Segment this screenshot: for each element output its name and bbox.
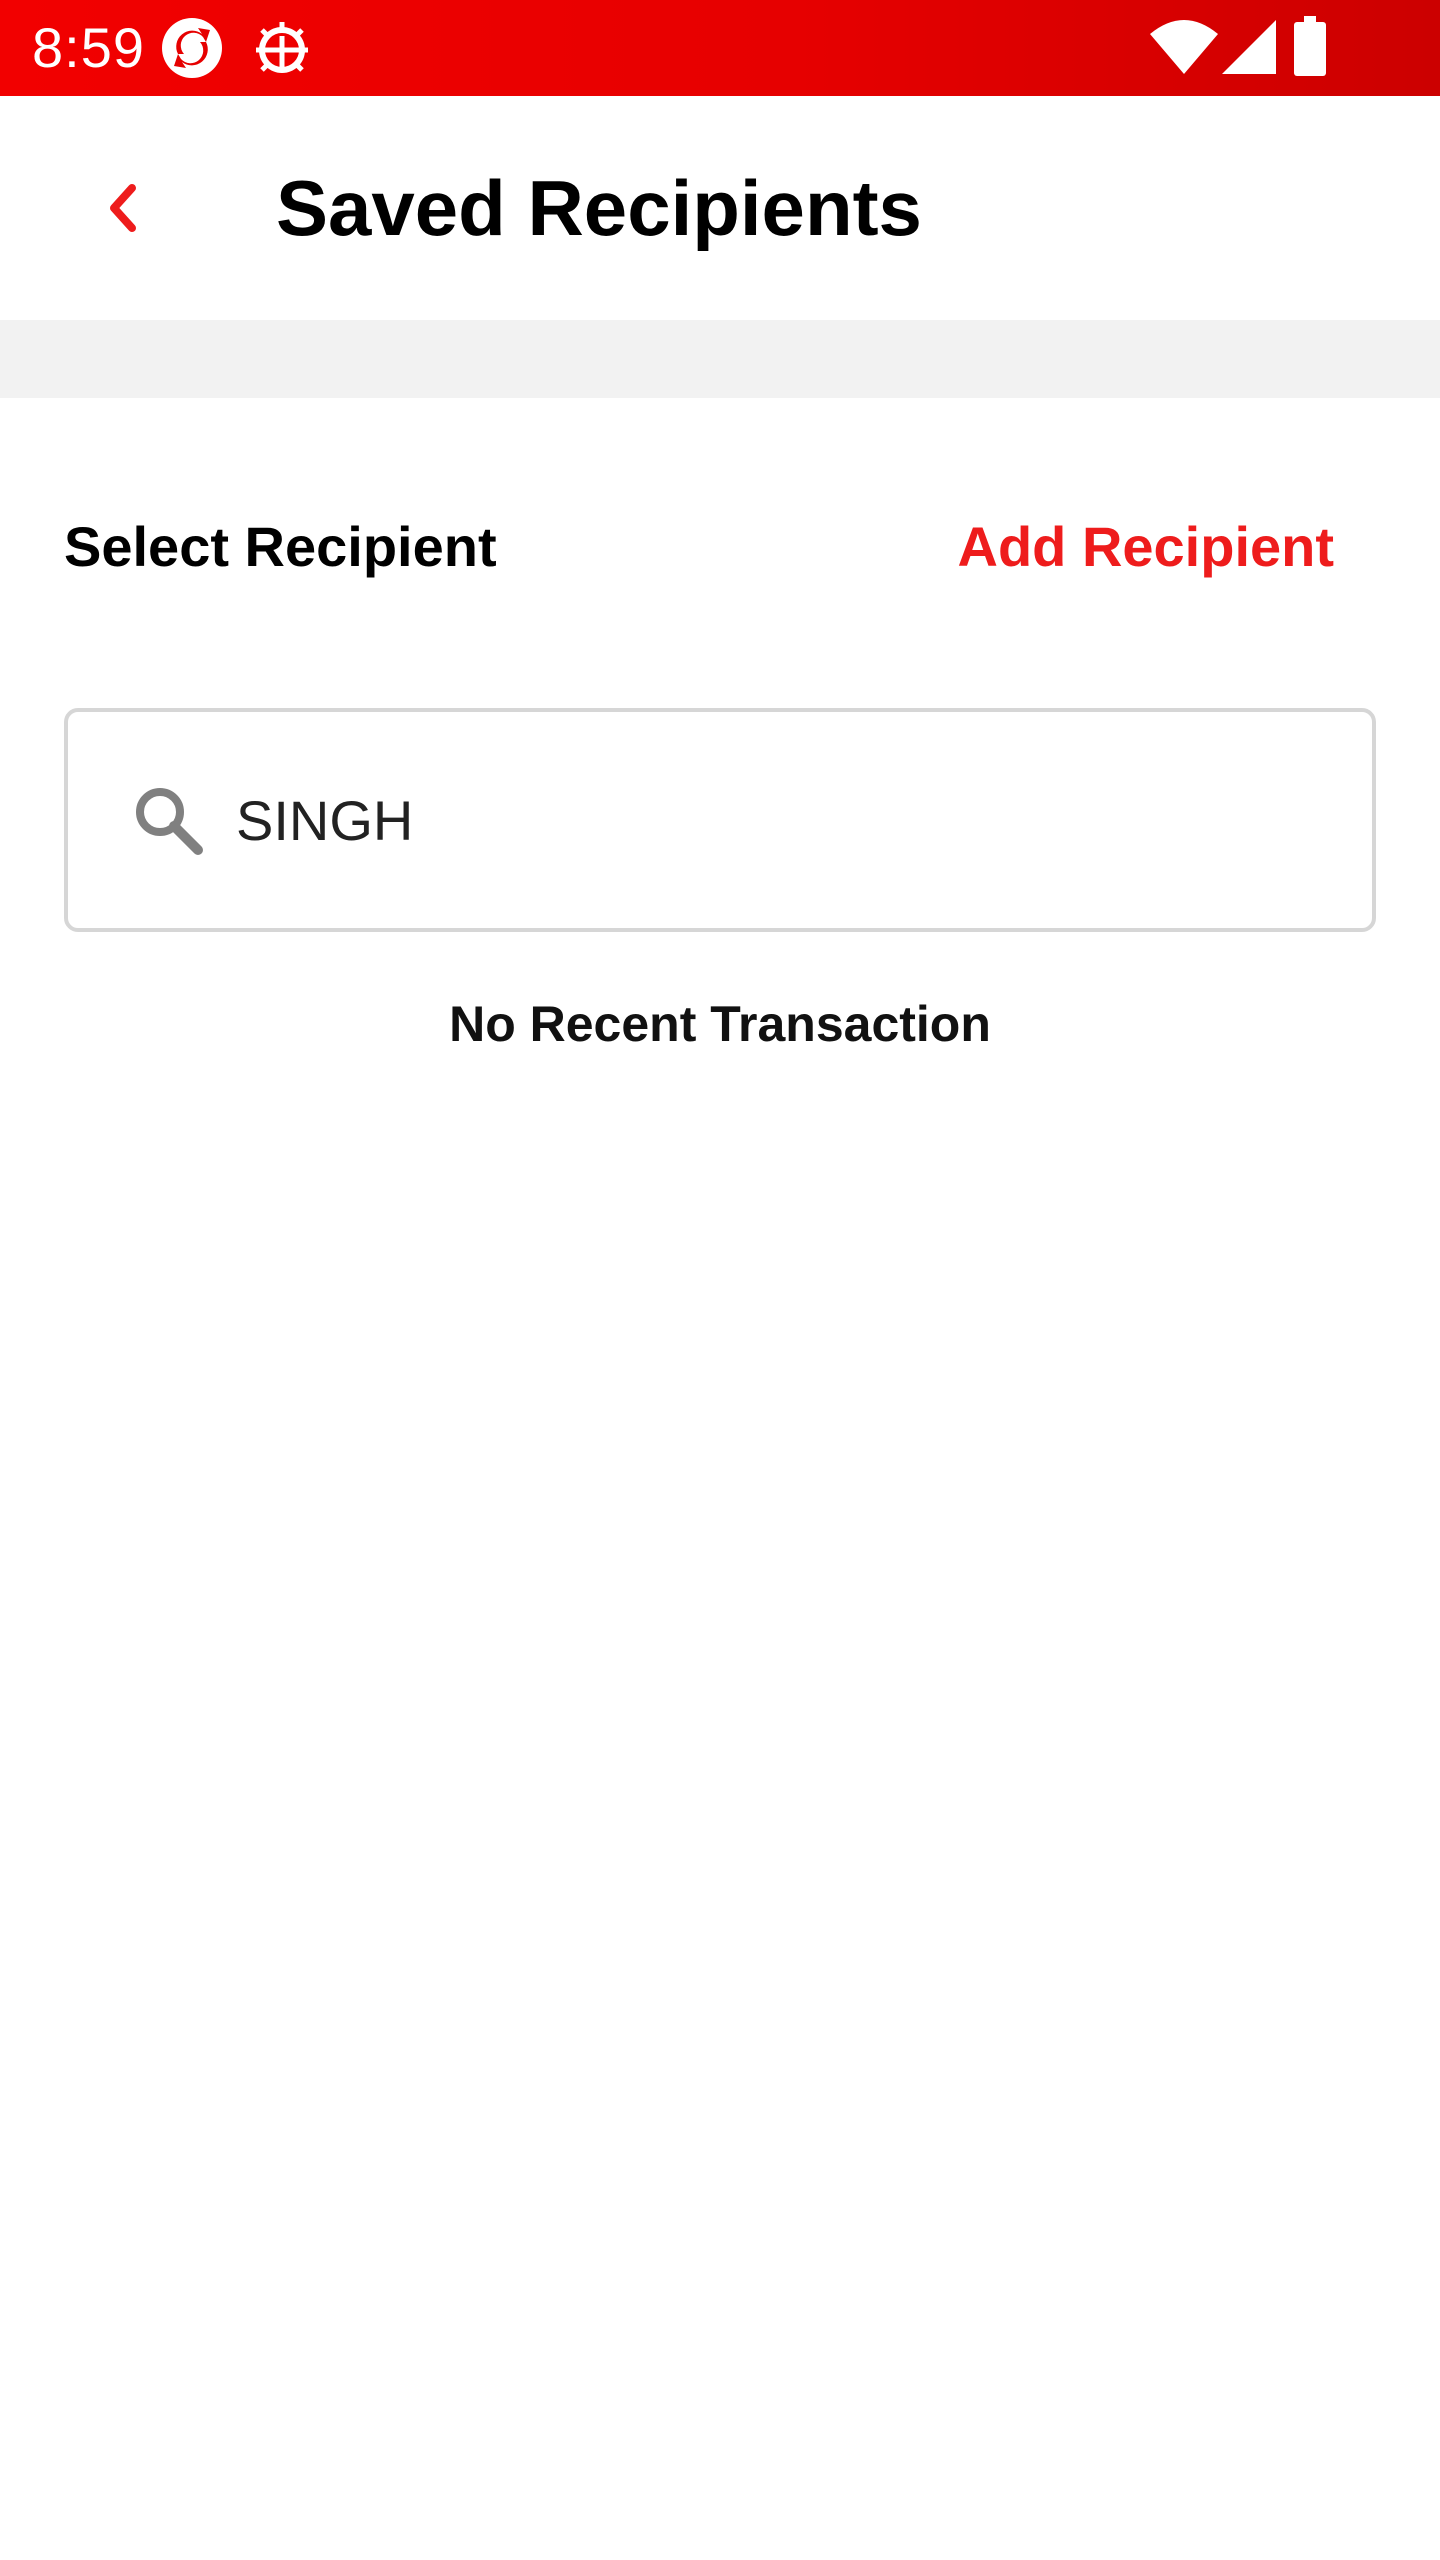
recipient-search-box[interactable] (64, 708, 1376, 932)
android-debug-icon (248, 14, 316, 82)
wifi-icon (1148, 14, 1220, 82)
select-recipient-label: Select Recipient (64, 515, 497, 578)
page-title: Saved Recipients (276, 164, 922, 252)
battery-icon (1290, 14, 1330, 82)
search-icon (130, 782, 206, 858)
status-bar: 8:59 (0, 0, 1440, 96)
divider-band (0, 320, 1440, 398)
status-time: 8:59 (32, 16, 145, 79)
cellular-signal-icon (1216, 14, 1284, 82)
add-recipient-button[interactable]: Add Recipient (958, 512, 1334, 582)
app-bar: Saved Recipients (0, 96, 1440, 320)
sync-app-icon (158, 14, 226, 82)
chevron-left-icon (110, 184, 136, 232)
search-input[interactable] (236, 768, 1316, 872)
empty-state-message: No Recent Transaction (449, 996, 991, 1052)
back-button[interactable] (76, 160, 172, 256)
